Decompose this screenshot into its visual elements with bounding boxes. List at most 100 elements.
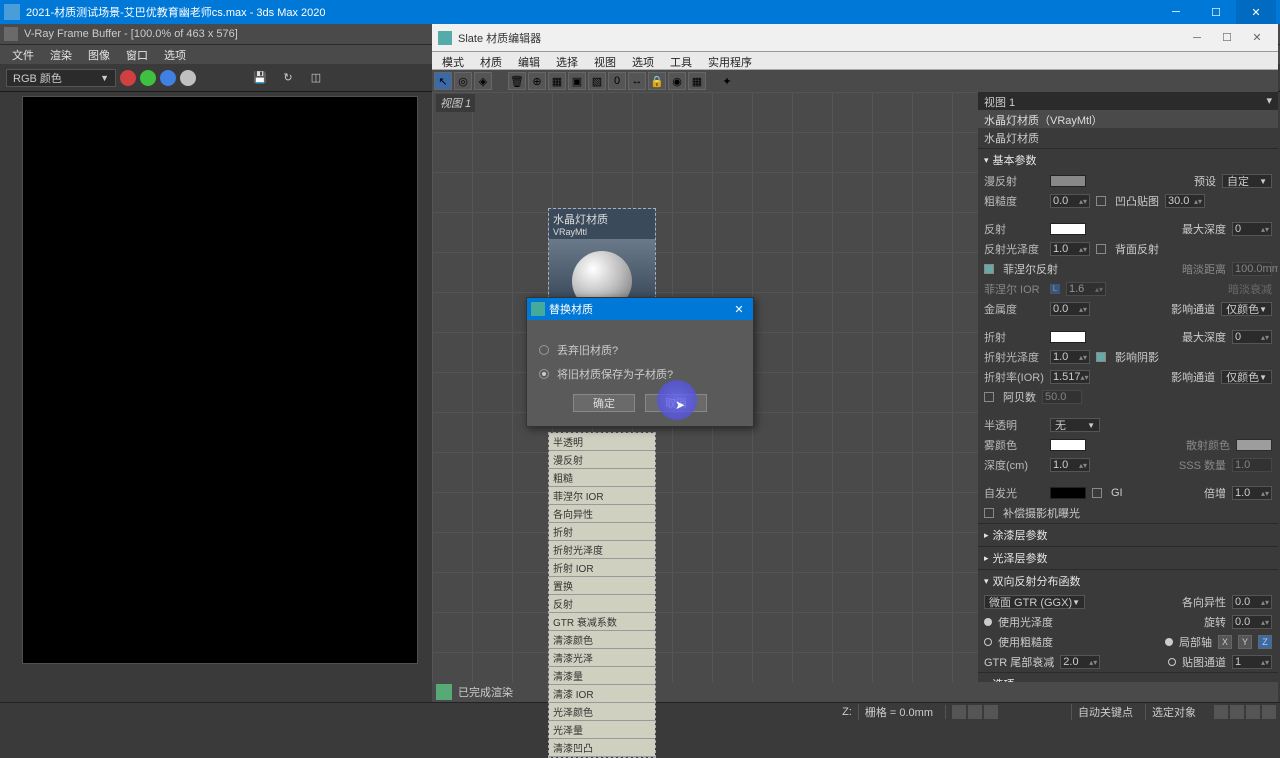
channel-alpha-icon[interactable] <box>180 70 196 86</box>
affect-combo[interactable]: 仅颜色▼ <box>1221 302 1272 316</box>
node-slot[interactable]: 折射 IOR <box>549 559 655 577</box>
lock-icon[interactable]: 🔒 <box>648 72 666 90</box>
wand-icon[interactable]: ✦ <box>718 72 736 90</box>
mat-id-icon[interactable]: 0 <box>608 72 626 90</box>
radio-discard[interactable]: 丢弃旧材质? <box>539 342 741 358</box>
assign-icon[interactable]: ◈ <box>474 72 492 90</box>
play-icon[interactable] <box>968 705 982 719</box>
slate-menu-tools[interactable]: 工具 <box>662 52 700 69</box>
axis-x-button[interactable]: X <box>1218 635 1232 649</box>
material-name[interactable]: 水晶灯材质 <box>978 128 1278 148</box>
radio-keep-sub[interactable]: 将旧材质保存为子材质? <box>539 366 741 382</box>
mult-spinner[interactable]: 1.0▴▾ <box>1232 486 1272 500</box>
slate-minimize-button[interactable]: ─ <box>1182 28 1212 48</box>
self-illum-swatch[interactable] <box>1050 487 1086 499</box>
node-slot[interactable]: 清漆 IOR <box>549 685 655 703</box>
refl-gloss-spinner[interactable]: 1.0▴▾ <box>1050 242 1090 256</box>
node-slot[interactable]: 折射 <box>549 523 655 541</box>
axis-y-button[interactable]: Y <box>1238 635 1252 649</box>
node-slot[interactable]: 菲涅尔 IOR <box>549 487 655 505</box>
grid-icon[interactable]: ▦ <box>688 72 706 90</box>
node-slot[interactable]: 清漆颜色 <box>549 631 655 649</box>
slate-menu-mode[interactable]: 模式 <box>434 52 472 69</box>
node-slot[interactable]: 置换 <box>549 577 655 595</box>
depth-spinner[interactable]: 1.0▴▾ <box>1050 458 1090 472</box>
slate-menu-util[interactable]: 实用程序 <box>700 52 760 69</box>
node-slot[interactable]: 各向异性 <box>549 505 655 523</box>
back-refl-check[interactable] <box>1096 244 1106 254</box>
section-options[interactable]: 选项 <box>978 672 1278 682</box>
aniso-spinner[interactable]: 0.0▴▾ <box>1232 595 1272 609</box>
nav-icon[interactable]: ↔ <box>628 72 646 90</box>
lock-ior-icon[interactable]: L <box>1050 284 1060 294</box>
refr-affect-combo[interactable]: 仅颜色▼ <box>1221 370 1272 384</box>
channel-blue-icon[interactable] <box>160 70 176 86</box>
slate-maximize-button[interactable]: ☐ <box>1212 28 1242 48</box>
affect-shadow-check[interactable] <box>1096 352 1106 362</box>
metalness-spinner[interactable]: 0.0▴▾ <box>1050 302 1090 316</box>
color-mode-combo[interactable]: RGB 颜色▼ <box>6 69 116 87</box>
node-slot-list[interactable]: 半透明漫反射粗糙菲涅尔 IOR各向异性折射折射光泽度折射 IOR置换反射GTR … <box>548 432 656 758</box>
render-viewport[interactable] <box>22 96 418 664</box>
selected-combo[interactable]: 选定对象 <box>1145 704 1202 720</box>
map-ch-spinner[interactable]: 1▴▾ <box>1232 655 1272 669</box>
maximize-button[interactable]: ☐ <box>1196 0 1236 24</box>
preset-combo[interactable]: 自定▼ <box>1222 174 1272 188</box>
roughness-spinner[interactable]: 0.0▴▾ <box>1050 194 1090 208</box>
gtr-spinner[interactable]: 2.0▴▾ <box>1060 655 1100 669</box>
layout-icon[interactable]: ▦ <box>548 72 566 90</box>
move-icon[interactable]: ⊕ <box>528 72 546 90</box>
slate-menu-options[interactable]: 选项 <box>624 52 662 69</box>
nav-orbit-icon[interactable] <box>1246 705 1260 719</box>
translucency-combo[interactable]: 无▼ <box>1050 418 1100 432</box>
node-slot[interactable]: 光泽量 <box>549 721 655 739</box>
delete-icon[interactable]: 🗑 <box>508 72 526 90</box>
section-brdf[interactable]: 双向反射分布函数 <box>978 569 1278 592</box>
save-icon[interactable]: 💾 <box>250 68 270 88</box>
minimize-button[interactable]: ─ <box>1156 0 1196 24</box>
node-slot[interactable]: 漫反射 <box>549 451 655 469</box>
node-slot[interactable]: 清漆量 <box>549 667 655 685</box>
ok-button[interactable]: 确定 <box>573 394 635 412</box>
close-button[interactable]: ✕ <box>1236 0 1276 24</box>
channel-green-icon[interactable] <box>140 70 156 86</box>
menu-render[interactable]: 渲染 <box>42 45 80 65</box>
compensate-check[interactable] <box>984 508 994 518</box>
menu-window[interactable]: 窗口 <box>118 45 156 65</box>
next-key-icon[interactable] <box>984 705 998 719</box>
fresnel-ior-spinner[interactable]: 1.6▴▾ <box>1066 282 1106 296</box>
section-sheen[interactable]: 光泽层参数 <box>978 546 1278 569</box>
show-end-icon[interactable]: ▧ <box>588 72 606 90</box>
slate-menu-edit[interactable]: 编辑 <box>510 52 548 69</box>
node-slot[interactable]: 半透明 <box>549 433 655 451</box>
refract-swatch[interactable] <box>1050 331 1086 343</box>
select-tool-icon[interactable]: ↖ <box>434 72 452 90</box>
diffuse-swatch[interactable] <box>1050 175 1086 187</box>
nav-pan-icon[interactable] <box>1214 705 1228 719</box>
fog-swatch[interactable] <box>1050 439 1086 451</box>
slate-menu-select[interactable]: 选择 <box>548 52 586 69</box>
node-slot[interactable]: 光泽颜色 <box>549 703 655 721</box>
refr-gloss-spinner[interactable]: 1.0▴▾ <box>1050 350 1090 364</box>
fresnel-check[interactable] <box>984 264 994 274</box>
auto-key-button[interactable]: 自动关键点 <box>1071 704 1139 720</box>
refl-depth-spinner[interactable]: 0▴▾ <box>1232 222 1272 236</box>
radio-use-rough[interactable] <box>984 638 992 646</box>
slate-canvas[interactable]: 视图 1 水晶灯材质 VRayMtl 半透明漫反射粗糙菲涅尔 IOR各向异性折射… <box>432 92 978 682</box>
section-basic[interactable]: 基本参数 <box>978 148 1278 171</box>
show-map-icon[interactable]: ▣ <box>568 72 586 90</box>
brdf-combo[interactable]: 微面 GTR (GGX)▼ <box>984 595 1085 609</box>
refr-depth-spinner[interactable]: 0▴▾ <box>1232 330 1272 344</box>
node-slot[interactable]: 反射 <box>549 595 655 613</box>
node-slot[interactable]: 清漆凹凸 <box>549 739 655 757</box>
axis-z-button[interactable]: Z <box>1258 635 1272 649</box>
slate-menu-view[interactable]: 视图 <box>586 52 624 69</box>
ior-spinner[interactable]: 1.517▴▾ <box>1050 370 1090 384</box>
menu-image[interactable]: 图像 <box>80 45 118 65</box>
node-slot[interactable]: 粗糙 <box>549 469 655 487</box>
region-icon[interactable]: ◫ <box>306 68 326 88</box>
abbe-check[interactable] <box>984 392 994 402</box>
menu-file[interactable]: 文件 <box>4 45 42 65</box>
reflect-swatch[interactable] <box>1050 223 1086 235</box>
dialog-close-button[interactable]: ✕ <box>729 303 749 316</box>
